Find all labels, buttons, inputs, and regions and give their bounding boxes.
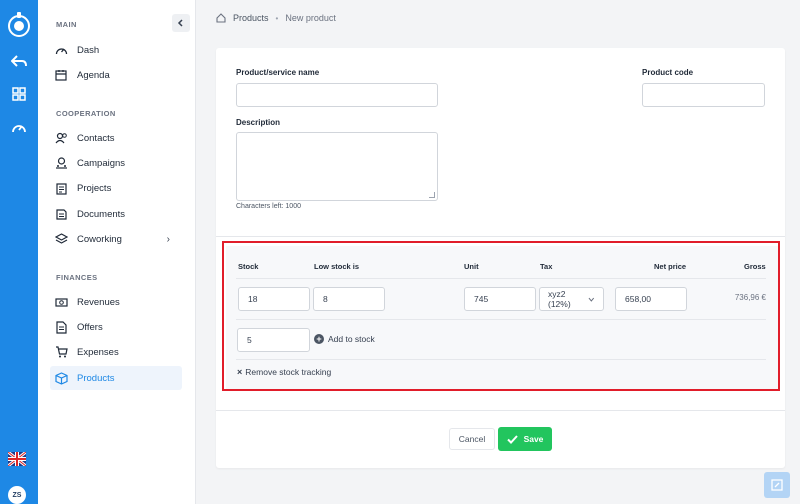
gauge-icon	[54, 43, 68, 57]
documents-icon	[54, 207, 68, 221]
section-main: MAIN	[56, 20, 77, 29]
speedometer-icon[interactable]	[9, 118, 29, 138]
product-code-input[interactable]	[642, 83, 765, 107]
user-avatar[interactable]: ZS	[8, 486, 26, 504]
chevron-left-icon	[177, 19, 183, 27]
cart-icon	[54, 345, 68, 359]
sidebar-item-label: Agenda	[77, 69, 110, 81]
breadcrumb-separator: •	[275, 13, 279, 23]
check-icon	[506, 434, 518, 444]
app-logo-icon[interactable]	[6, 10, 32, 40]
box-icon	[54, 371, 68, 385]
sidebar-item-label: Offers	[77, 321, 103, 333]
section-cooperation: COOPERATION	[56, 109, 116, 118]
cancel-button[interactable]: Cancel	[449, 428, 495, 450]
footer-divider	[216, 410, 785, 411]
sidebar-item-label: Coworking	[77, 233, 122, 245]
sidebar-item-dash[interactable]: Dash	[50, 38, 182, 62]
contacts-icon	[54, 131, 68, 145]
home-icon[interactable]	[216, 13, 226, 23]
collapse-sidebar-button[interactable]	[172, 14, 190, 32]
breadcrumb-products-link[interactable]: Products	[233, 13, 269, 23]
sidebar-item-label: Revenues	[77, 296, 120, 308]
layers-icon	[54, 232, 68, 246]
uk-flag-icon[interactable]	[7, 450, 27, 468]
expand-icon[interactable]	[764, 472, 790, 498]
sidebar-item-projects[interactable]: Projects	[50, 176, 182, 200]
sidebar-item-label: Projects	[77, 182, 112, 194]
save-label: Save	[523, 434, 544, 444]
revenues-icon	[54, 295, 68, 309]
sidebar-item-label: Documents	[77, 208, 126, 220]
chevron-right-icon: ›	[166, 233, 170, 245]
resize-handle-icon[interactable]	[429, 192, 435, 198]
sidebar-item-label: Dash	[77, 44, 100, 56]
clipboard-icon	[54, 181, 68, 195]
section-finances: FINANCES	[56, 273, 98, 282]
breadcrumb: Products • New product	[216, 13, 336, 23]
sidebar-item-label: Products	[77, 372, 115, 384]
campaigns-icon	[54, 156, 68, 170]
sidebar-item-agenda[interactable]: Agenda	[50, 63, 182, 87]
offers-icon	[54, 320, 68, 334]
sidebar-item-coworking[interactable]: Coworking ›	[50, 227, 182, 251]
sidebar-item-label: Contacts	[77, 132, 115, 144]
left-rail: ZS	[0, 0, 38, 504]
sidebar-item-documents[interactable]: Documents	[50, 202, 182, 226]
grid-icon[interactable]	[9, 84, 29, 104]
sidebar-item-label: Expenses	[77, 346, 119, 358]
breadcrumb-current: New product	[285, 13, 336, 23]
characters-left: Characters left: 1000	[236, 203, 301, 210]
description-label: Description	[236, 118, 281, 127]
highlight-frame	[222, 241, 780, 391]
sidebar-item-contacts[interactable]: Contacts	[50, 126, 182, 150]
calendar-icon	[54, 68, 68, 82]
product-name-input[interactable]	[236, 83, 438, 107]
sidebar-item-products[interactable]: Products	[50, 366, 182, 390]
section-divider	[216, 236, 785, 237]
code-label: Product code	[642, 68, 694, 77]
sidebar-item-revenues[interactable]: Revenues	[50, 290, 182, 314]
sidebar-item-label: Campaigns	[77, 157, 126, 169]
description-textarea[interactable]	[236, 132, 438, 201]
back-arrow-icon[interactable]	[9, 52, 29, 72]
name-label: Product/service name	[236, 68, 320, 77]
sidebar-item-expenses[interactable]: Expenses	[50, 340, 182, 364]
sidebar-item-offers[interactable]: Offers	[50, 315, 182, 339]
save-button[interactable]: Save	[498, 427, 552, 451]
sidebar-item-campaigns[interactable]: Campaigns	[50, 151, 182, 175]
